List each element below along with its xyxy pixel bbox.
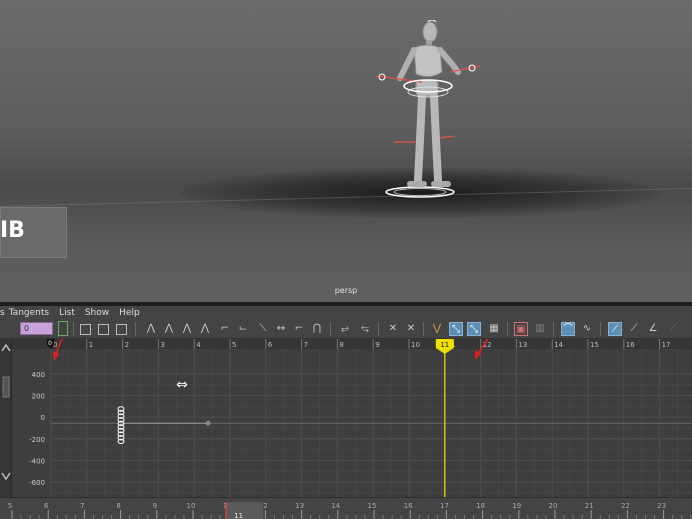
frame-playback-icon[interactable] (116, 324, 127, 335)
frame-tick-label: 5 (232, 341, 236, 349)
pre-infinity-icon[interactable]: ⟋ (666, 322, 680, 336)
auto-tangent-icon[interactable]: ⋀ (144, 322, 158, 336)
value-tick-label: 0 (41, 414, 45, 422)
time-tick-label: 16 (404, 502, 413, 510)
frame-tick-label: 4 (196, 341, 201, 349)
menu-item-curves[interactable]: s (0, 308, 5, 318)
frame-tick-label: 17 (662, 341, 671, 349)
time-tick-label: 6 (44, 502, 49, 510)
flat-tangent-icon[interactable]: ⌐ (218, 322, 232, 336)
free-tangent-weight-icon[interactable]: ⤡ (449, 322, 463, 336)
menu-item-show[interactable]: Show (85, 308, 109, 318)
time-slider[interactable]: 5678910111213141516171819202122232411 (0, 497, 692, 519)
relative-view-icon[interactable]: ∠ (646, 322, 660, 336)
tangent-weight-icon[interactable]: ⤡ (467, 322, 481, 336)
time-tick-label: 7 (80, 502, 84, 510)
curve-normalize-icon[interactable]: ⌒ (561, 322, 575, 336)
frame-all-icon[interactable] (80, 324, 91, 335)
frame-tick-label: 1 (89, 341, 93, 349)
menu-item-list[interactable]: List (59, 308, 75, 318)
trax-editor-icon[interactable]: ▥ (533, 322, 547, 336)
toolbar-separator (507, 322, 508, 336)
maya-window: IB persp s Tangents List Show Help 0 ⋀ ⋀… (0, 0, 692, 519)
value-tick-label: 200 (32, 393, 45, 401)
time-tick-label: 5 (8, 502, 12, 510)
perspective-viewport[interactable]: IB persp (0, 0, 692, 302)
frame-tick-label: 16 (626, 341, 635, 349)
toolbar-separator (553, 322, 554, 336)
key-frame-field[interactable]: 0 (20, 322, 53, 335)
time-tick-label: 17 (440, 502, 449, 510)
time-tick-label: 8 (116, 502, 120, 510)
toolbar-separator (600, 322, 601, 336)
break-tangents-icon[interactable]: ✕ (386, 322, 400, 336)
toolbar-separator (423, 322, 424, 336)
toolbar-separator (330, 322, 331, 336)
current-time-label: 11 (234, 512, 243, 519)
unify-tangent-icon[interactable]: ⌐ (292, 322, 306, 336)
plateau-tangent-icon[interactable]: ⟍ (256, 322, 270, 336)
absolute-view-icon[interactable]: ⟋ (627, 322, 641, 336)
time-tick-label: 13 (295, 502, 304, 510)
frame-tick-label: 8 (339, 341, 343, 349)
lock-weight-icon[interactable]: ⋁ (430, 322, 444, 336)
unify-tangents-icon[interactable]: ✕ (404, 322, 418, 336)
free-weight-icon[interactable]: ⋂ (310, 322, 324, 336)
time-tick-label: 18 (476, 502, 485, 510)
annotation-arrowhead (53, 351, 59, 361)
toolbar-separator (378, 322, 379, 336)
time-tick-label: 14 (331, 502, 340, 510)
frame-tick-label: 3 (160, 341, 164, 349)
swap-buffer-icon[interactable]: ⥃ (358, 322, 372, 336)
current-frame-label: 11 (440, 341, 449, 349)
time-tick-label: 21 (585, 502, 594, 510)
frame-tick-label: 10 (411, 341, 420, 349)
time-tick-label: 23 (657, 502, 666, 510)
time-tick-label: 9 (153, 502, 157, 510)
frame-tick-label: 9 (375, 341, 379, 349)
toolbar-separator (135, 322, 136, 336)
camera-label: persp (334, 286, 358, 295)
auto-frame-icon[interactable]: ▦ (487, 322, 501, 336)
step-tangent-icon[interactable]: ⌙ (236, 322, 250, 336)
denormalize-icon[interactable]: ∿ (580, 322, 594, 336)
resize-horizontal-icon: ⇔ (176, 377, 188, 393)
frame-tick-label: 6 (268, 341, 273, 349)
graph-editor-toolbar: 0 ⋀ ⋀ ⋀ ⋀ ⌐ ⌙ ⟍ ↔ ⌐ ⋂ ⥂ ⥃ ✕ ✕ ⋁ ⤡ ⤡ ▦ ▣ … (0, 319, 692, 339)
clamped-tangent-icon[interactable]: ⋀ (180, 322, 194, 336)
toolbar-separator (73, 322, 74, 336)
value-tick-label: -400 (29, 457, 45, 465)
stacked-curves-icon[interactable]: ⟋ (608, 322, 622, 336)
time-tick-label: 10 (187, 502, 196, 510)
value-tick-label: -600 (29, 479, 45, 487)
break-tangent-icon[interactable]: ↔ (274, 322, 288, 336)
start-frame-label: 0 (48, 340, 52, 347)
hud-text: IB (0, 218, 25, 243)
character-rig[interactable] (370, 20, 490, 202)
time-tick-label: 15 (368, 502, 377, 510)
time-tick-label: 19 (512, 502, 521, 510)
buffer-curve-icon[interactable]: ⥂ (338, 322, 352, 336)
value-tick-label: -200 (29, 436, 45, 444)
menu-item-help[interactable]: Help (119, 308, 140, 318)
frame-selection-icon[interactable] (98, 324, 109, 335)
linear-tangent-icon[interactable]: ⋀ (198, 322, 212, 336)
key-stats-icon[interactable] (58, 321, 68, 336)
frame-tick-label: 2 (125, 341, 129, 349)
current-time-highlight[interactable] (225, 502, 264, 519)
frame-tick-label: 13 (518, 341, 527, 349)
frame-tick-label: 15 (590, 341, 599, 349)
curve-graph[interactable]: 012345678910111213141516174002000-200-40… (0, 339, 692, 497)
graph-editor-menubar: s Tangents List Show Help (0, 306, 692, 319)
frame-tick-label: 14 (554, 341, 563, 349)
time-tick-label: 22 (621, 502, 630, 510)
menu-item-tangents[interactable]: Tangents (9, 308, 49, 318)
time-tick-label: 20 (549, 502, 558, 510)
dope-sheet-icon[interactable]: ▣ (514, 322, 528, 336)
value-tick-label: 400 (32, 371, 45, 379)
spline-tangent-icon[interactable]: ⋀ (162, 322, 176, 336)
frame-tick-label: 7 (304, 341, 308, 349)
